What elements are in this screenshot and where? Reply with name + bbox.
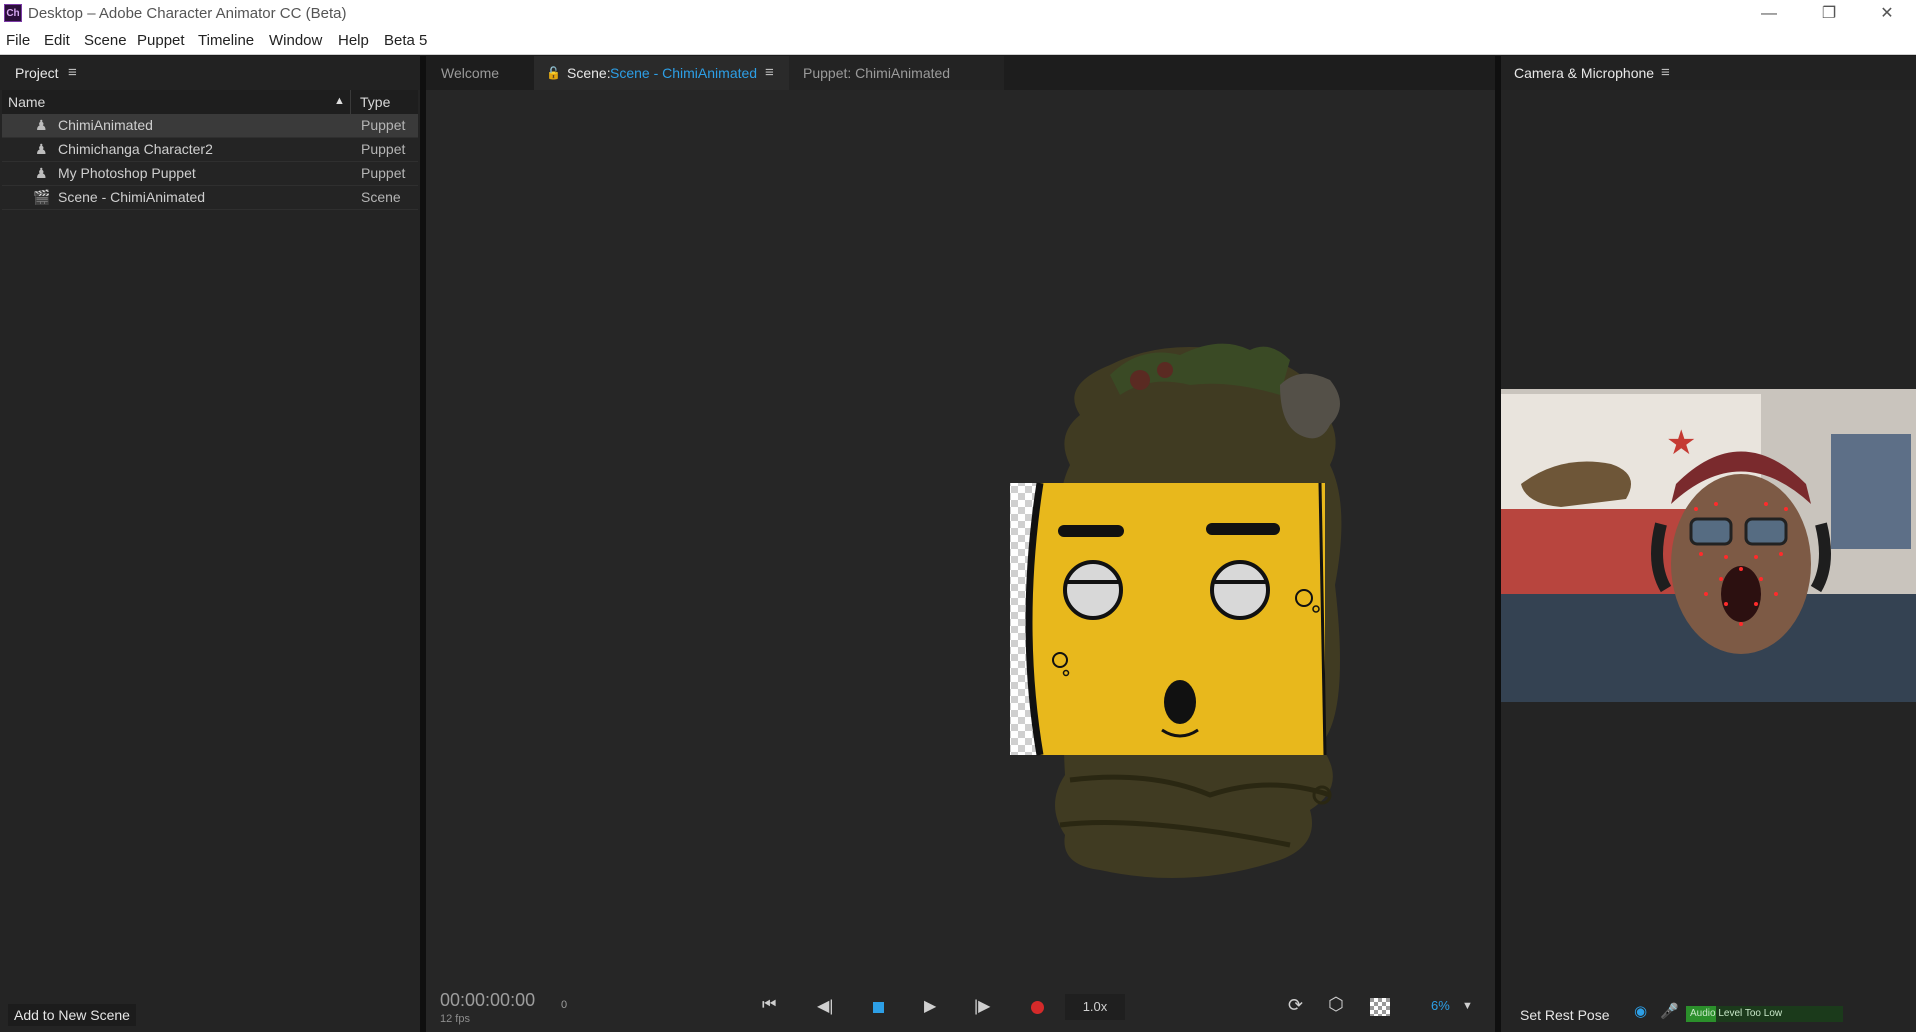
column-divider bbox=[350, 90, 351, 114]
close-button[interactable]: ✕ bbox=[1858, 0, 1916, 28]
project-panel-header bbox=[0, 56, 420, 90]
project-item-type: Puppet bbox=[361, 141, 406, 157]
microphone-icon[interactable]: 🎤 bbox=[1660, 1002, 1679, 1020]
playback-speed[interactable]: 1.0x bbox=[1065, 994, 1125, 1020]
fps-label: 12 fps bbox=[440, 1013, 470, 1025]
project-item-type: Scene bbox=[361, 189, 401, 205]
puppet-icon: ♟ bbox=[35, 165, 48, 181]
menu-beta[interactable]: Beta 5 bbox=[384, 32, 427, 49]
minimize-button[interactable]: — bbox=[1740, 0, 1798, 28]
refresh-icon[interactable]: ⟳ bbox=[1288, 995, 1303, 1016]
audio-level-meter: Audio Level Too Low bbox=[1686, 1006, 1843, 1022]
scene-tab-prefix: Scene: bbox=[567, 65, 611, 81]
audio-level-status: Audio Level Too Low bbox=[1690, 1008, 1783, 1019]
step-forward-icon[interactable]: |▶ bbox=[974, 996, 990, 1016]
timecode-display[interactable]: 00:00:00:00 bbox=[440, 990, 535, 1011]
project-item-scene-chimianimated[interactable]: 🎬 Scene - ChimiAnimated Scene bbox=[2, 186, 418, 210]
left-eye bbox=[1063, 560, 1123, 620]
name-column-header[interactable]: Name bbox=[8, 94, 45, 110]
scene-tab-name: Scene - ChimiAnimated bbox=[610, 65, 758, 81]
app-logo-icon: Ch bbox=[4, 4, 22, 22]
left-eyebrow bbox=[1058, 525, 1124, 537]
project-item-name: Scene - ChimiAnimated bbox=[58, 189, 206, 205]
flag-star: ★ bbox=[1666, 424, 1696, 462]
scene-menu-icon[interactable]: ≡ bbox=[765, 56, 774, 90]
menu-bar: File Edit Scene Puppet Timeline Window H… bbox=[0, 28, 1916, 55]
menu-puppet[interactable]: Puppet bbox=[137, 32, 185, 49]
window-title: Desktop – Adobe Character Animator CC (B… bbox=[28, 5, 347, 22]
type-column-header[interactable]: Type bbox=[360, 94, 390, 110]
menu-window[interactable]: Window bbox=[269, 32, 322, 49]
tab-welcome[interactable]: Welcome bbox=[426, 56, 534, 90]
project-item-name: Chimichanga Character2 bbox=[58, 141, 213, 157]
webcam-feed: ★ bbox=[1501, 389, 1916, 702]
project-item-type: Puppet bbox=[361, 117, 406, 133]
puppet-icon: ♟ bbox=[35, 117, 48, 133]
right-eye bbox=[1210, 560, 1270, 620]
add-to-new-scene-button[interactable]: Add to New Scene bbox=[8, 1004, 136, 1026]
puppet-canvas[interactable] bbox=[990, 325, 1410, 900]
menu-timeline[interactable]: Timeline bbox=[198, 32, 254, 49]
project-menu-icon[interactable]: ≡ bbox=[68, 64, 77, 81]
camera-toggle-icon[interactable]: ◉ bbox=[1634, 1002, 1647, 1020]
face bbox=[1671, 474, 1811, 654]
title-bar: Ch Desktop – Adobe Character Animator CC… bbox=[0, 0, 1916, 28]
tomato-topping bbox=[1157, 362, 1173, 378]
set-rest-pose-button[interactable]: Set Rest Pose bbox=[1514, 1004, 1616, 1026]
project-item-chimianimated[interactable]: ♟ ChimiAnimated Puppet bbox=[2, 114, 418, 138]
tomato-topping bbox=[1130, 370, 1150, 390]
lock-icon[interactable]: 🔓 bbox=[546, 56, 561, 90]
menu-help[interactable]: Help bbox=[338, 32, 369, 49]
puppet-icon: ♟ bbox=[35, 141, 48, 157]
zoom-level[interactable]: 6% bbox=[1431, 998, 1450, 1013]
project-column-header bbox=[2, 90, 418, 115]
wall-poster bbox=[1831, 434, 1911, 549]
step-back-icon[interactable]: ◀| bbox=[817, 996, 833, 1016]
mesh-view-icon[interactable]: ⬡ bbox=[1328, 994, 1344, 1015]
project-item-name: ChimiAnimated bbox=[58, 117, 153, 133]
play-icon[interactable]: ▶ bbox=[924, 996, 936, 1016]
project-item-chimichanga-character2[interactable]: ♟ Chimichanga Character2 Puppet bbox=[2, 138, 418, 162]
camera-panel-title: Camera & Microphone bbox=[1514, 65, 1655, 81]
menu-scene[interactable]: Scene bbox=[84, 32, 127, 49]
project-item-type: Puppet bbox=[361, 165, 406, 181]
open-mouth bbox=[1721, 566, 1761, 622]
zoom-dropdown-icon[interactable]: ▼ bbox=[1462, 1000, 1473, 1012]
go-to-start-icon[interactable]: ⏮ bbox=[762, 996, 776, 1014]
menu-file[interactable]: File bbox=[6, 32, 30, 49]
restore-button[interactable]: ❐ bbox=[1800, 0, 1858, 28]
sort-ascending-icon[interactable]: ▲ bbox=[334, 95, 345, 107]
record-icon[interactable] bbox=[1031, 1001, 1044, 1014]
project-item-name: My Photoshop Puppet bbox=[58, 165, 196, 181]
menu-edit[interactable]: Edit bbox=[44, 32, 70, 49]
stop-icon[interactable] bbox=[873, 1002, 884, 1013]
clapperboard-icon: 🎬 bbox=[33, 189, 51, 205]
tab-puppet[interactable]: Puppet: ChimiAnimated bbox=[789, 56, 1004, 90]
mouth bbox=[1164, 680, 1196, 724]
frame-number: 0 bbox=[561, 999, 568, 1011]
transparency-toggle-icon[interactable] bbox=[1370, 998, 1390, 1016]
project-panel-title: Project bbox=[15, 65, 59, 81]
glasses-left bbox=[1689, 517, 1733, 546]
tab-scene[interactable]: 🔓 Scene: Scene - ChimiAnimated ≡ bbox=[534, 56, 789, 90]
glasses-right bbox=[1744, 517, 1788, 546]
project-item-my-photoshop-puppet[interactable]: ♟ My Photoshop Puppet Puppet bbox=[2, 162, 418, 186]
right-eyebrow bbox=[1206, 523, 1280, 535]
camera-menu-icon[interactable]: ≡ bbox=[1661, 64, 1670, 81]
